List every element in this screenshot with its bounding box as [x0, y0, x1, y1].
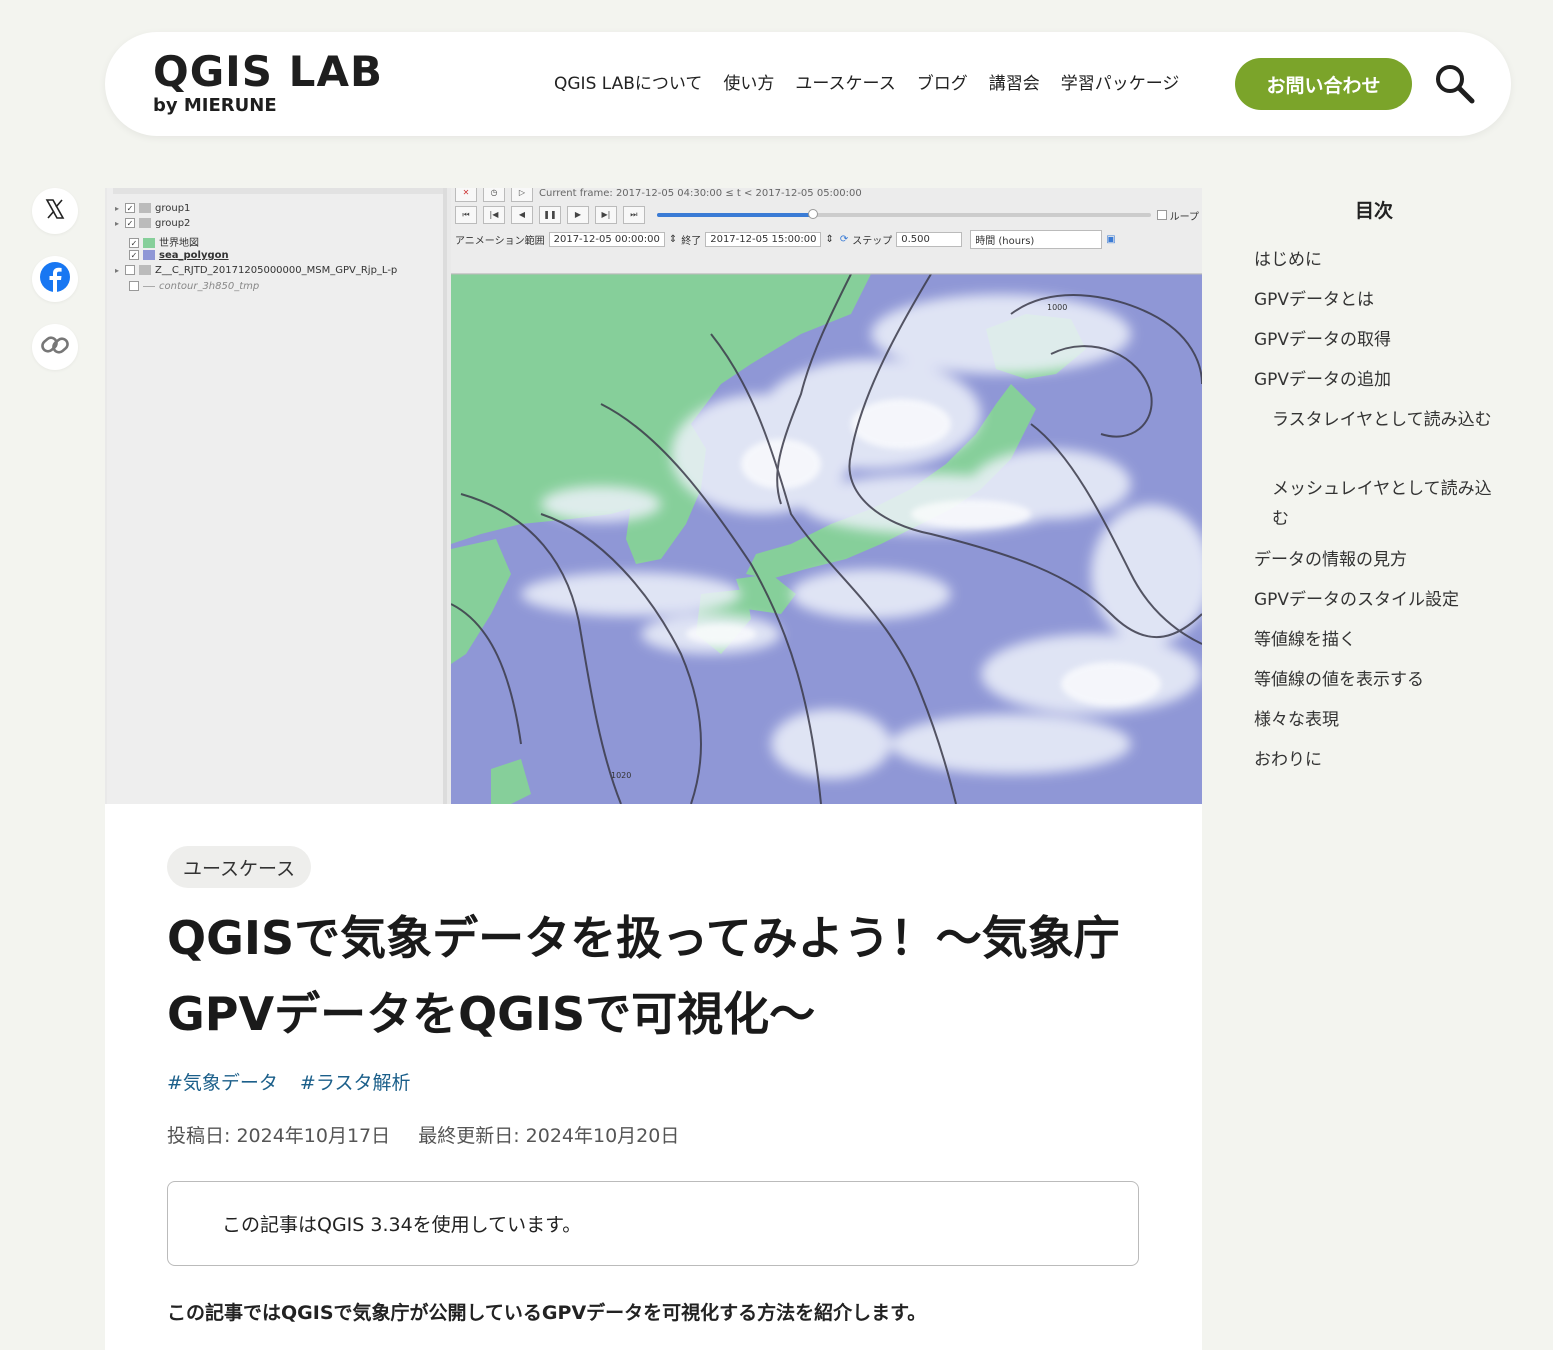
- category-badge[interactable]: ユースケース: [167, 846, 312, 888]
- site-logo[interactable]: QGIS LAB by MIERUNE: [153, 50, 383, 116]
- layer-row: ▸ ✓ group2: [115, 218, 191, 229]
- share-facebook-button[interactable]: [32, 256, 78, 302]
- layer-row: ▸ Z__C_RJTD_20171205000000_MSM_GPV_Rjp_L-…: [115, 265, 398, 276]
- article-card: ▸ ✓ group1 ▸ ✓ group2 ✓ 世界地図 ✓ sea_polygon ▸ Z_…: [105, 188, 1202, 1350]
- tag-link[interactable]: #気象データ: [167, 1068, 278, 1095]
- layer-name: group1: [155, 203, 191, 214]
- contour-label: 1020: [611, 771, 631, 780]
- toc-item[interactable]: GPVデータの取得: [1254, 325, 1391, 355]
- site-header: QGIS LAB by MIERUNE QGIS LABについて 使い方 ユース…: [105, 32, 1511, 136]
- play-button[interactable]: ▶: [566, 206, 589, 224]
- logo-main-text: QGIS LAB: [153, 47, 383, 96]
- layer-name: Z__C_RJTD_20171205000000_MSM_GPV_Rjp_L-p: [155, 265, 398, 276]
- share-x-button[interactable]: [32, 188, 78, 234]
- first-frame-button[interactable]: ⏮: [455, 206, 477, 224]
- hero-image: ▸ ✓ group1 ▸ ✓ group2 ✓ 世界地図 ✓ sea_polygon ▸ Z_…: [105, 188, 1202, 804]
- share-link-button[interactable]: [32, 324, 78, 370]
- layer-name: contour_3h850_tmp: [159, 281, 260, 292]
- toc-item[interactable]: GPVデータとは: [1254, 285, 1374, 315]
- article-tags: #気象データ #ラスタ解析: [167, 1068, 432, 1095]
- step-label: ステップ: [852, 236, 893, 247]
- toc-item[interactable]: おわりに: [1254, 745, 1322, 775]
- nav-seminar[interactable]: 講習会: [989, 72, 1040, 96]
- layer-row: contour_3h850_tmp: [129, 281, 259, 292]
- toc-title: 目次: [1354, 200, 1393, 222]
- current-frame-row: ✕ ◷ ▷ Current frame: 2017-12-05 04:30:00 ≤…: [455, 188, 862, 202]
- article-lead: この記事ではQGISで気象庁が公開しているGPVデータを可視化する方法を紹介しま…: [167, 1302, 927, 1324]
- save-icon[interactable]: ▣: [1106, 234, 1115, 245]
- end-label: 終了: [681, 236, 702, 247]
- updated-date: 最終更新日: 2024年10月20日: [418, 1125, 680, 1147]
- qgis-temporal-toolbar: ✕ ◷ ▷ Current frame: 2017-12-05 04:30:00 ≤…: [451, 188, 1202, 274]
- range-start-field[interactable]: 2017-12-05 00:00:00: [548, 232, 665, 247]
- link-icon: [40, 330, 70, 364]
- refresh-icon[interactable]: ⟳: [840, 234, 848, 245]
- layer-row: ▸ ✓ group1: [115, 203, 191, 214]
- layer-name: sea_polygon: [159, 250, 229, 261]
- prev-frame-button[interactable]: |◀: [482, 206, 505, 224]
- search-icon[interactable]: [1433, 62, 1477, 106]
- posted-date: 投稿日: 2024年10月17日: [167, 1125, 391, 1147]
- last-frame-button[interactable]: ⏭: [622, 206, 645, 224]
- layer-row: ✓ sea_polygon: [129, 250, 229, 261]
- weather-map: 1000 1020: [450, 273, 1202, 804]
- toc-item[interactable]: GPVデータのスタイル設定: [1254, 585, 1459, 615]
- playback-row: ⏮ |◀ ◀ ❚❚ ▶ ▶| ⏭ ループ: [455, 206, 1199, 224]
- tag-link[interactable]: #ラスタ解析: [300, 1068, 411, 1095]
- nav-about[interactable]: QGIS LABについて: [554, 72, 702, 96]
- next-frame-button[interactable]: ▶|: [594, 206, 617, 224]
- toc-item[interactable]: GPVデータの追加: [1254, 365, 1391, 395]
- toc-subitem[interactable]: メッシュレイヤとして読み込む: [1272, 474, 1494, 534]
- play-reverse-button[interactable]: ◀: [510, 206, 533, 224]
- range-label: アニメーション範囲: [455, 236, 545, 247]
- article-title: QGISで気象データを扱ってみよう！〜気象庁GPVデータをQGISで可視化〜: [167, 911, 1120, 1041]
- toc-item[interactable]: データの情報の見方: [1254, 545, 1407, 575]
- contact-button[interactable]: お問い合わせ: [1235, 58, 1412, 110]
- nav-learning-package[interactable]: 学習パッケージ: [1061, 72, 1180, 96]
- version-notice: この記事はQGIS 3.34を使用しています。: [167, 1181, 1139, 1266]
- layer-row: ✓ 世界地図: [129, 238, 199, 249]
- loop-checkbox[interactable]: [1156, 210, 1167, 220]
- toc-subitem[interactable]: ラスタレイヤとして読み込む: [1272, 405, 1494, 435]
- contour-label: 1000: [1047, 303, 1067, 312]
- range-end-field[interactable]: 2017-12-05 15:00:00: [705, 232, 822, 247]
- toc-item[interactable]: 様々な表現: [1254, 705, 1339, 735]
- main-nav: QGIS LABについて 使い方 ユースケース ブログ 講習会 学習パッケージ: [554, 72, 1200, 96]
- layer-name: group2: [155, 218, 191, 229]
- facebook-icon: [39, 261, 71, 297]
- toc-item[interactable]: 等値線の値を表示する: [1254, 665, 1424, 695]
- range-row: アニメーション範囲 2017-12-05 00:00:00 ⇕ 終了 2017-…: [455, 230, 1116, 249]
- loop-label: ループ: [1169, 211, 1199, 223]
- x-icon: [44, 198, 66, 224]
- article-dates: 投稿日: 2024年10月17日 最終更新日: 2024年10月20日: [167, 1121, 701, 1148]
- nav-usage[interactable]: 使い方: [723, 72, 774, 96]
- nav-usecases[interactable]: ユースケース: [795, 72, 895, 96]
- step-field[interactable]: 0.500: [896, 232, 963, 247]
- timeline-slider[interactable]: [656, 209, 1151, 219]
- toc-item[interactable]: はじめに: [1254, 245, 1322, 275]
- step-unit-select[interactable]: 時間 (hours): [970, 230, 1103, 249]
- logo-sub-text: by MIERUNE: [153, 95, 277, 116]
- toc-item[interactable]: 等値線を描く: [1254, 625, 1356, 655]
- pause-button[interactable]: ❚❚: [538, 206, 561, 224]
- current-frame-text: Current frame: 2017-12-05 04:30:00 ≤ t <…: [539, 188, 862, 199]
- qgis-layers-panel: ▸ ✓ group1 ▸ ✓ group2 ✓ 世界地図 ✓ sea_polygon ▸ Z_…: [107, 188, 447, 804]
- nav-blog[interactable]: ブログ: [917, 72, 968, 96]
- layer-name: 世界地図: [159, 238, 199, 249]
